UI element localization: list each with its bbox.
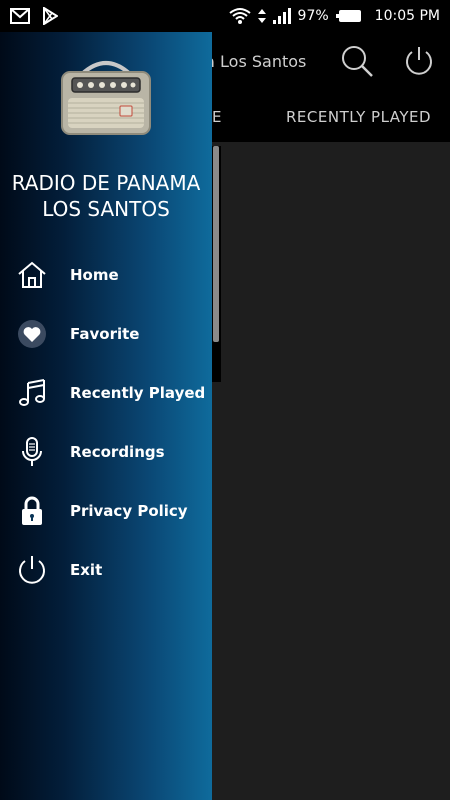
gmail-icon [10,8,30,24]
clock: 10:05 PM [374,8,440,24]
menu-label-favorite: Favorite [70,325,140,343]
power-icon [19,556,45,584]
navigation-drawer: RADIO DE PANAMA LOS SANTOS Home Favorite [0,32,212,800]
music-note-icon [19,379,45,406]
search-icon[interactable] [340,44,374,78]
wifi-icon [228,8,251,24]
menu-label-home: Home [70,266,119,284]
menu-label-privacy-policy: Privacy Policy [70,502,188,520]
menu-label-recently-played: Recently Played [70,384,206,402]
menu-item-home[interactable]: Home [0,250,212,300]
data-arrows-icon [257,9,266,23]
battery-icon [335,10,361,22]
scrollbar-thumb[interactable] [213,146,219,342]
heart-icon [18,320,46,348]
power-icon[interactable] [402,44,436,78]
menu-label-recordings: Recordings [70,443,165,461]
menu-item-favorite[interactable]: Favorite [0,309,212,359]
menu-item-exit[interactable]: Exit [0,545,212,595]
menu-item-privacy-policy[interactable]: Privacy Policy [0,486,212,536]
menu-item-recordings[interactable]: Recordings [0,427,212,477]
play-store-icon [43,7,58,25]
drawer-title: RADIO DE PANAMA LOS SANTOS [11,171,201,221]
lock-icon [22,496,42,525]
menu-label-exit: Exit [70,561,103,579]
tab-recently-played[interactable]: RECENTLY PLAYED [286,108,431,126]
battery-percent: 97% [297,8,329,24]
tab-partial[interactable]: E [212,108,222,126]
microphone-icon [22,437,42,466]
menu-item-recently-played[interactable]: Recently Played [0,368,212,418]
home-icon [18,261,46,288]
vintage-radio-logo [61,61,151,135]
status-bar: 97% 10:05 PM [0,0,450,32]
scrollbar[interactable] [211,146,221,382]
signal-icon [272,8,291,24]
